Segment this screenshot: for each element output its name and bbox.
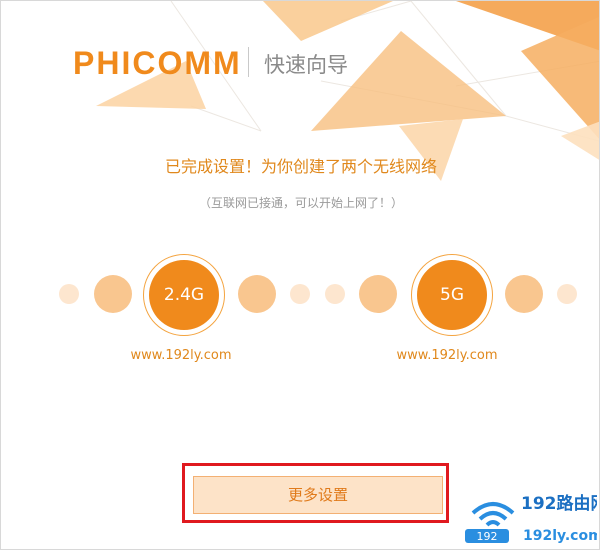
wifi-icon [471,502,515,527]
watermark-logo: 192 192路由网 192ly.com [465,493,597,544]
decor-dot [94,275,132,313]
phicomm-logo: PHICOMM [73,45,242,81]
decor-dot [59,284,79,304]
svg-text:192: 192 [477,530,498,543]
logo-divider [248,47,249,77]
decor-dot [325,284,345,304]
decor-dot [290,284,310,304]
completion-message: 已完成设置！为你创建了两个无线网络 [164,157,437,176]
decor-dot [557,284,577,304]
svg-text:192路由网: 192路由网 [521,493,597,514]
page-title: 快速向导 [264,53,348,77]
network-5g-badge: 5G [417,260,487,330]
svg-text:192ly.com: 192ly.com [523,528,597,544]
network-24g-ssid: www.192ly.com [130,348,232,363]
decor-dot [359,275,397,313]
decor-dot [505,275,543,313]
connection-status-message: （互联网已接通，可以开始上网了！） [198,196,403,210]
network-24g-badge: 2.4G [149,260,219,330]
wizard-window: PHICOMM 快速向导 已完成设置！为你创建了两个无线网络 （互联网已接通，可… [0,0,600,550]
more-settings-button[interactable]: 更多设置 [193,476,443,514]
network-5g-ssid: www.192ly.com [396,348,498,363]
decor-dot [238,275,276,313]
